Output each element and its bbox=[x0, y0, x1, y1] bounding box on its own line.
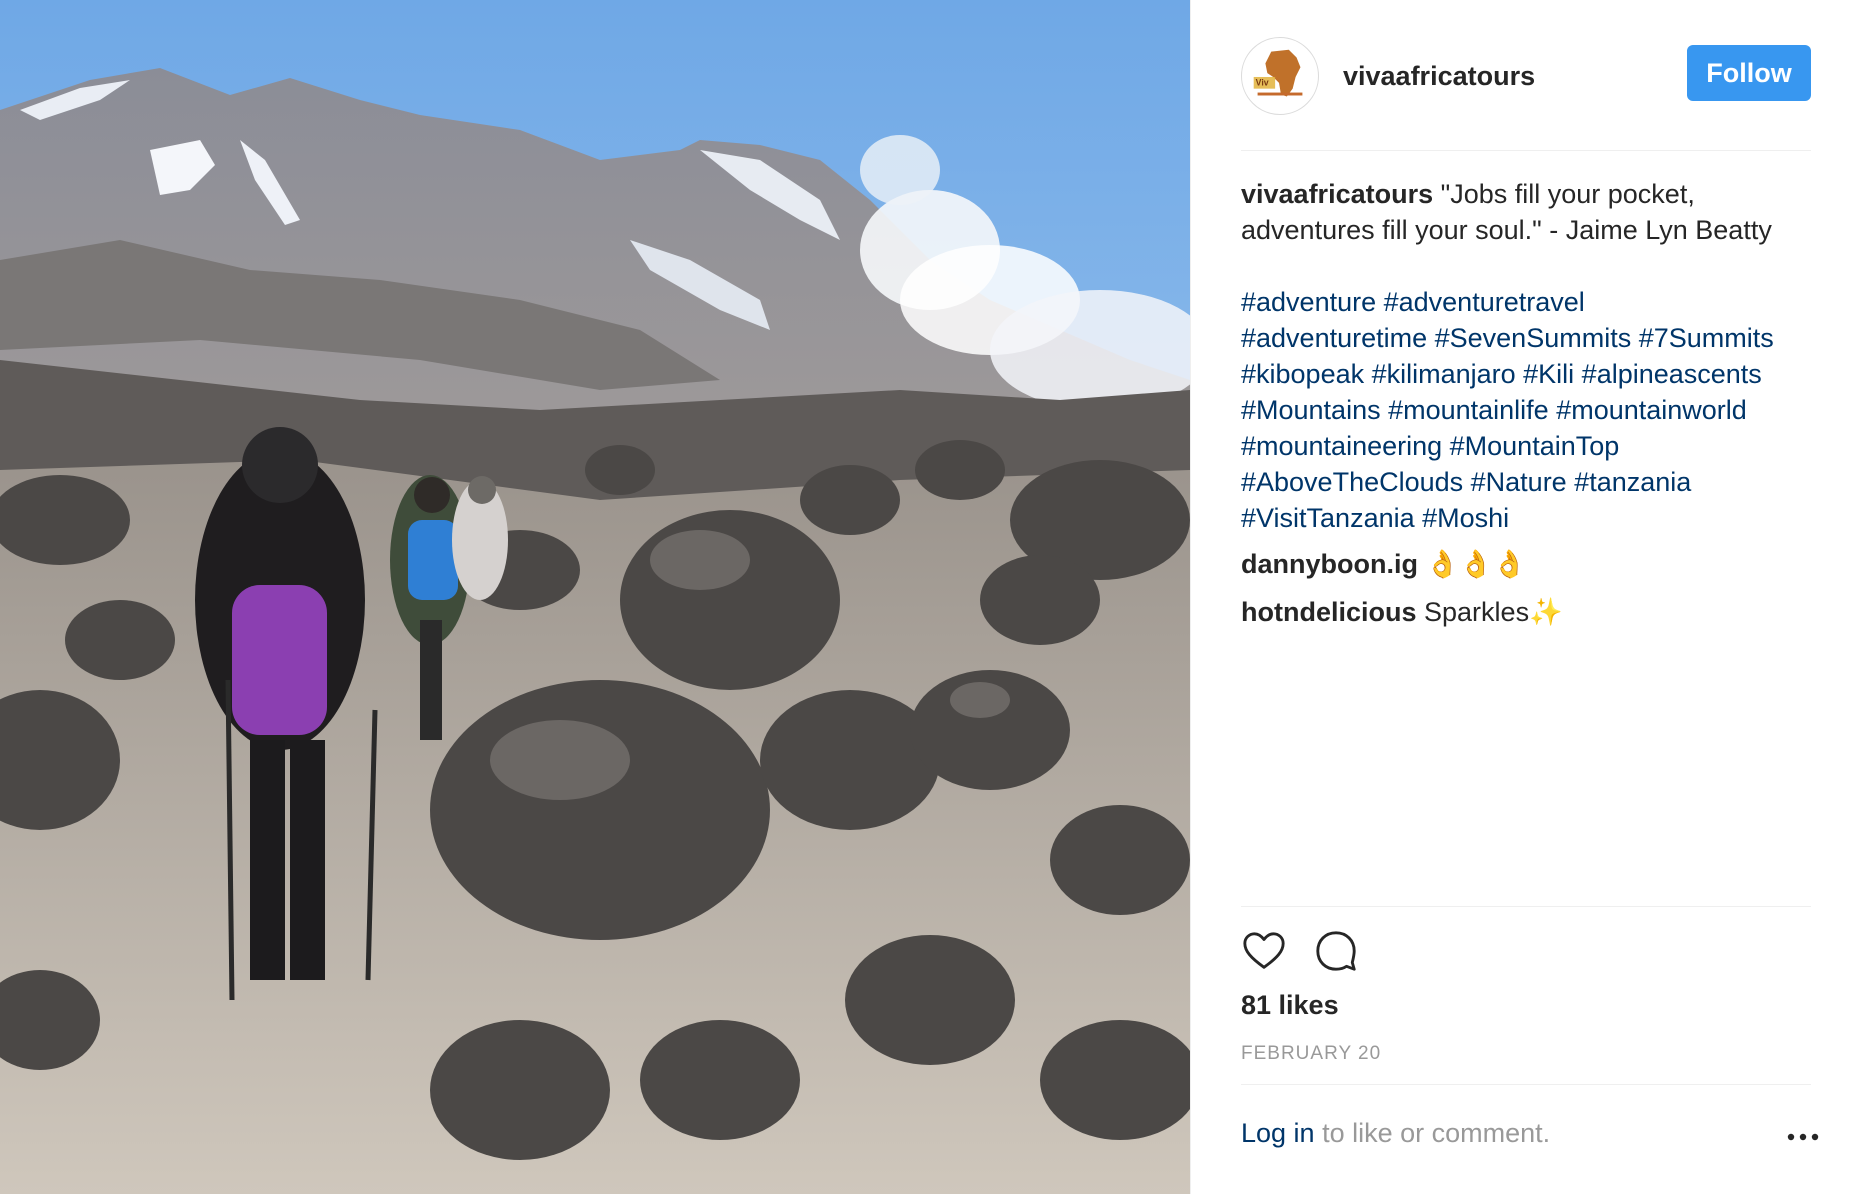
hashtag-line[interactable]: #kibopeak #kilimanjaro #Kili #alpineasce… bbox=[1241, 356, 1821, 392]
comment-username[interactable]: dannyboon.ig bbox=[1241, 549, 1418, 579]
comment-text: Sparkles✨ bbox=[1424, 597, 1563, 627]
login-prompt: Log in to like or comment. bbox=[1241, 1118, 1811, 1149]
post-author-username[interactable]: vivaafricatours bbox=[1343, 61, 1535, 92]
hashtag-line[interactable]: #mountaineering #MountainTop bbox=[1241, 428, 1821, 464]
hashtag-line[interactable]: #Mountains #mountainlife #mountainworld bbox=[1241, 392, 1821, 428]
header-divider bbox=[1241, 150, 1811, 151]
actions-divider bbox=[1241, 906, 1811, 907]
comment-icon[interactable] bbox=[1313, 928, 1359, 974]
hashtag-line[interactable]: #AboveTheClouds #Nature #tanzania bbox=[1241, 464, 1821, 500]
instagram-post: Viv vivaafricatours Follow vivaafricatou… bbox=[0, 0, 1862, 1194]
login-link[interactable]: Log in bbox=[1241, 1118, 1315, 1148]
hashtags: #adventure #adventuretravel #adventureti… bbox=[1241, 284, 1821, 536]
post-photo[interactable] bbox=[0, 0, 1190, 1194]
caption: vivaafricatours "Jobs fill your pocket, … bbox=[1241, 176, 1821, 248]
comment: dannyboon.ig 👌👌👌 bbox=[1241, 546, 1821, 582]
comment-username[interactable]: hotndelicious bbox=[1241, 597, 1417, 627]
comment: hotndelicious Sparkles✨ bbox=[1241, 594, 1821, 630]
more-options-icon[interactable] bbox=[1786, 1125, 1820, 1149]
post-side-panel: Viv vivaafricatours Follow vivaafricatou… bbox=[1190, 0, 1862, 1194]
comments-section: vivaafricatours "Jobs fill your pocket, … bbox=[1241, 176, 1821, 630]
post-actions bbox=[1241, 928, 1359, 974]
post-date[interactable]: FEBRUARY 20 bbox=[1241, 1043, 1381, 1065]
africa-logo-icon: Viv bbox=[1242, 38, 1318, 114]
hashtag-line[interactable]: #adventuretime #SevenSummits #7Summits bbox=[1241, 320, 1821, 356]
footer-divider bbox=[1241, 1084, 1811, 1085]
comment-text: 👌👌👌 bbox=[1425, 549, 1527, 579]
mountain-trek-photo bbox=[0, 0, 1190, 1194]
hashtag-line[interactable]: #adventure #adventuretravel bbox=[1241, 284, 1821, 320]
svg-text:Viv: Viv bbox=[1256, 78, 1269, 88]
caption-username[interactable]: vivaafricatours bbox=[1241, 179, 1433, 209]
follow-button[interactable]: Follow bbox=[1687, 45, 1811, 101]
hashtag-line[interactable]: #VisitTanzania #Moshi bbox=[1241, 500, 1821, 536]
heart-icon[interactable] bbox=[1241, 928, 1287, 974]
avatar[interactable]: Viv bbox=[1241, 37, 1319, 115]
post-header: Viv vivaafricatours Follow bbox=[1241, 34, 1811, 118]
login-prompt-text: to like or comment. bbox=[1314, 1118, 1551, 1148]
likes-count[interactable]: 81 likes bbox=[1241, 990, 1339, 1021]
